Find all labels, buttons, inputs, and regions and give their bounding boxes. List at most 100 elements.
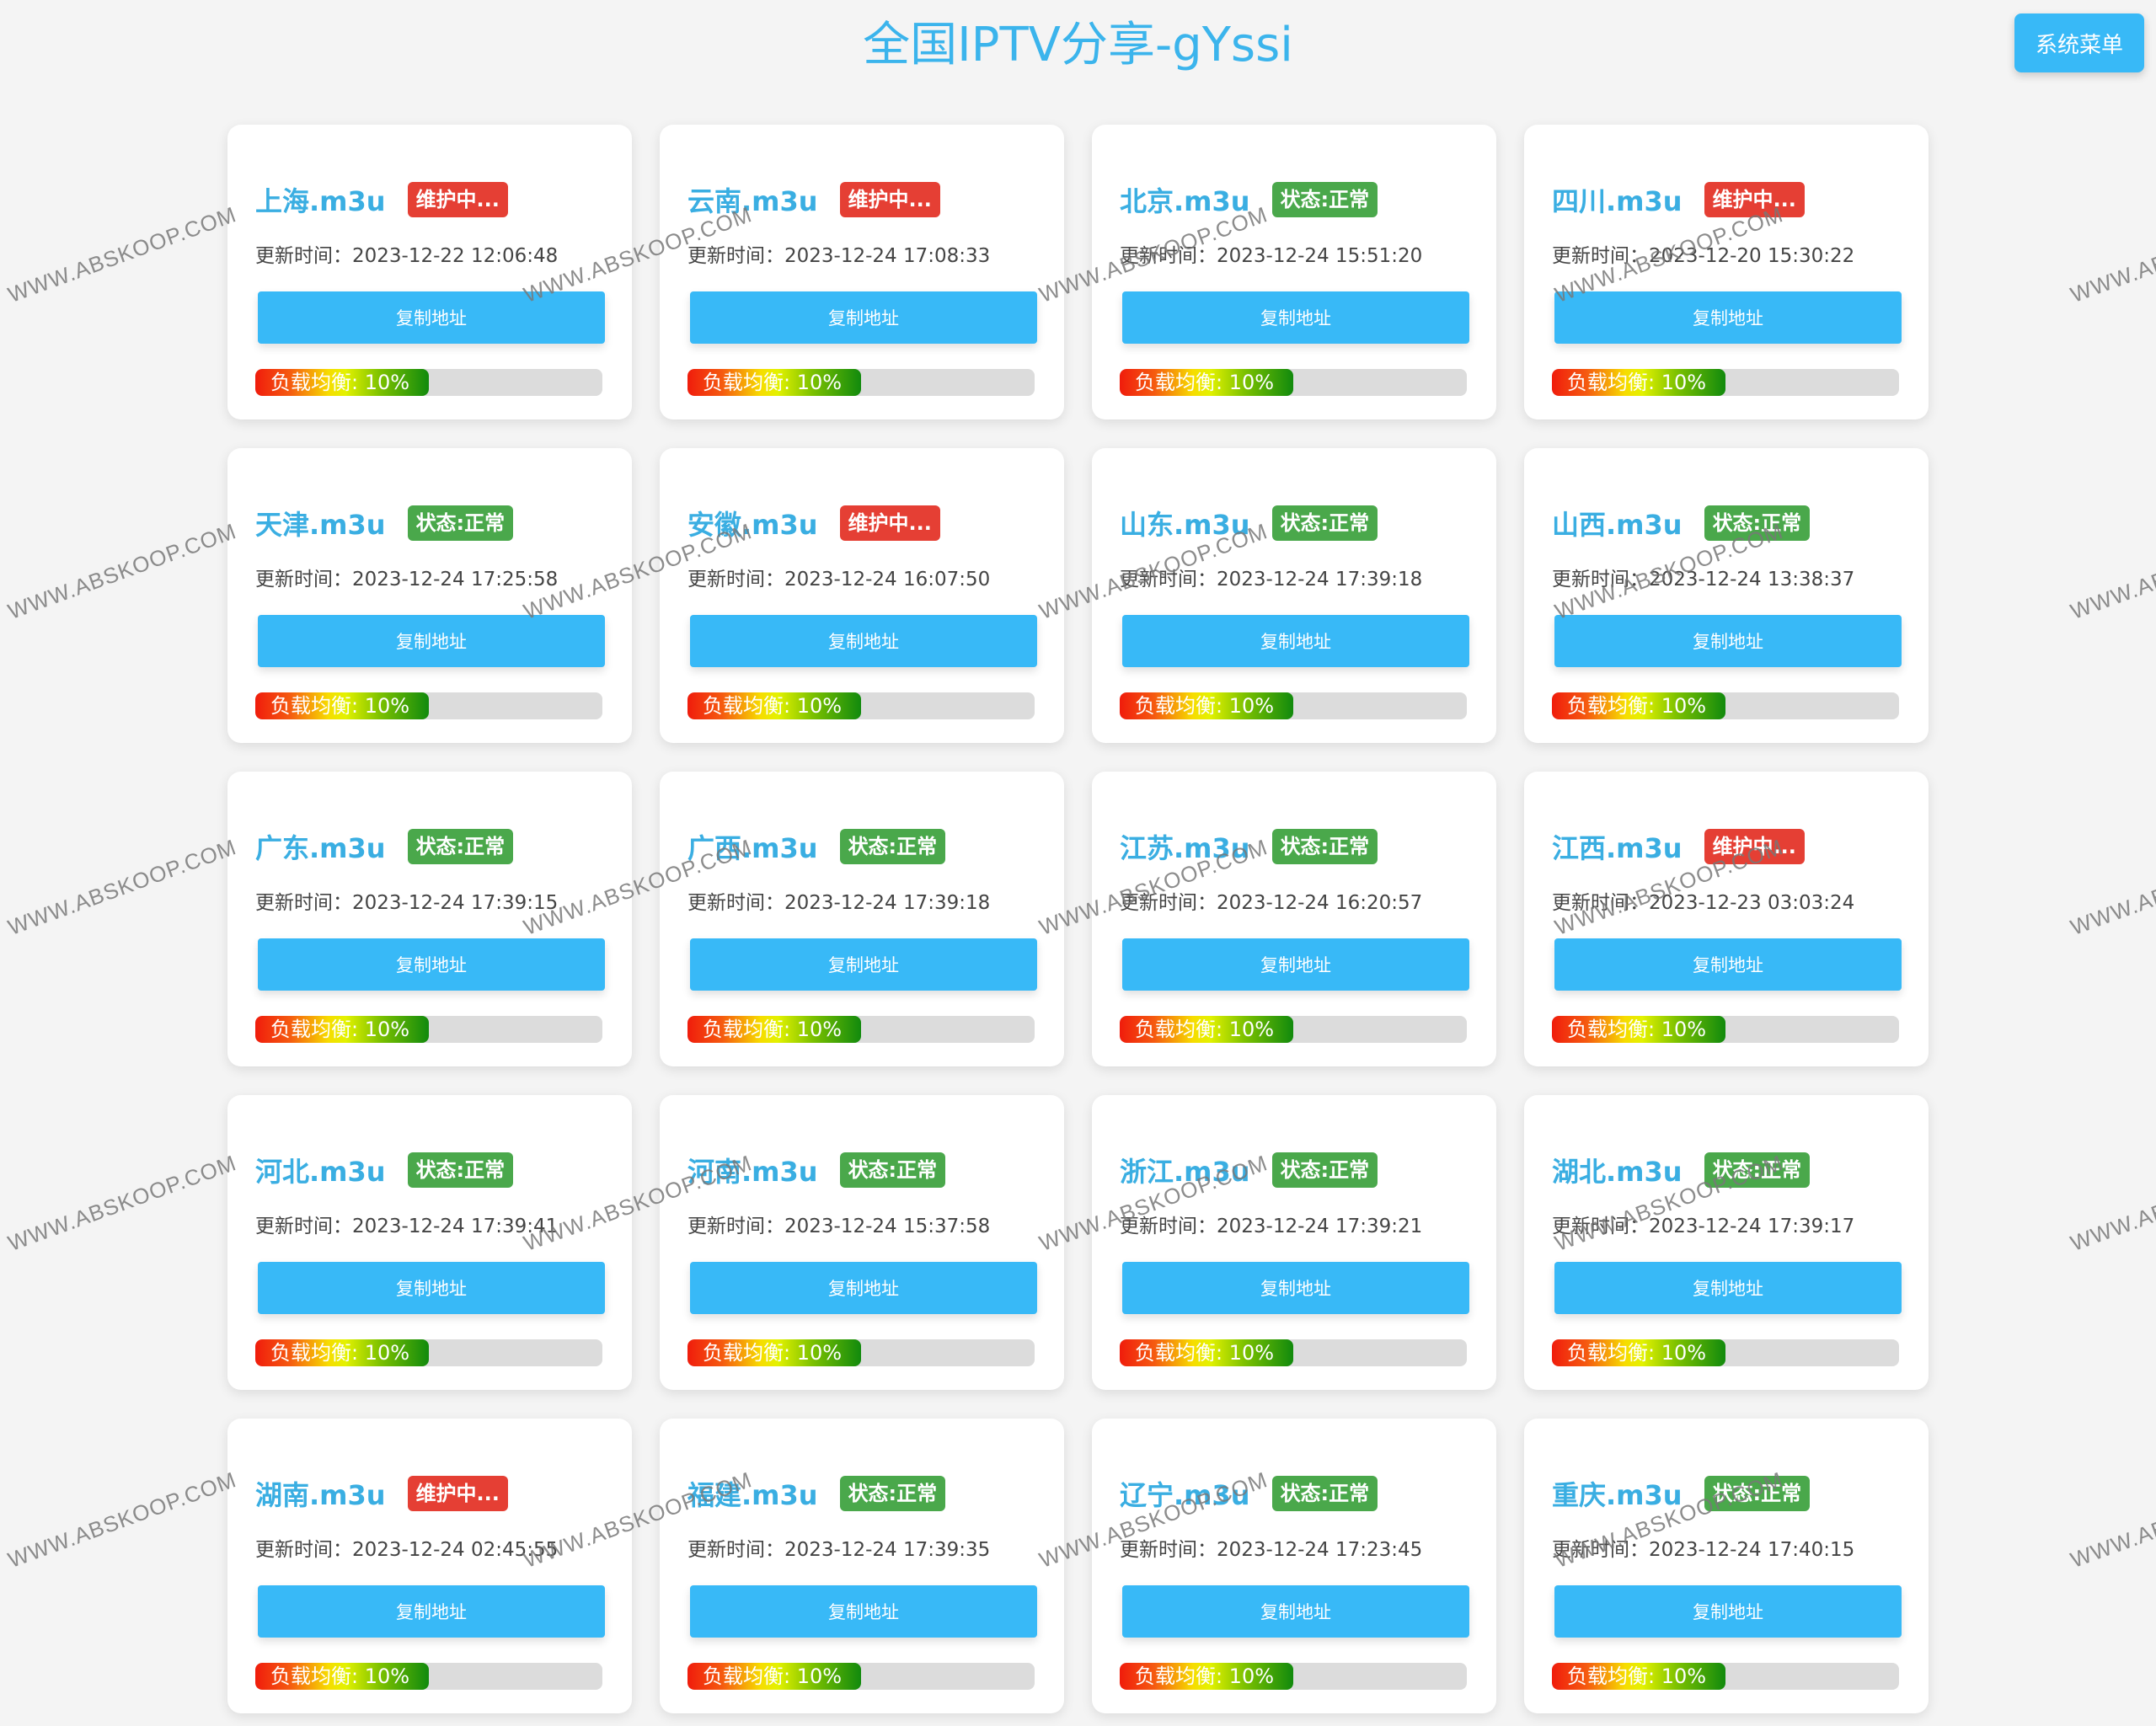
- copy-address-button[interactable]: 复制地址: [258, 1585, 605, 1638]
- playlist-name-link[interactable]: 山东.m3u: [1120, 504, 1250, 542]
- playlist-name-link[interactable]: 湖南.m3u: [255, 1474, 386, 1513]
- load-balance-fill: 负载均衡: 10%: [687, 369, 861, 396]
- playlist-card: 广东.m3u 状态:正常 更新时间：2023-12-24 17:39:15 复制…: [227, 772, 632, 1066]
- update-time-label: 更新时间：: [1120, 892, 1217, 914]
- playlist-name-link[interactable]: 河南.m3u: [687, 1151, 818, 1189]
- copy-address-button[interactable]: 复制地址: [1122, 938, 1469, 991]
- update-time-value: 2023-12-23 03:03:24: [1649, 892, 1855, 914]
- playlist-card: 辽宁.m3u 状态:正常 更新时间：2023-12-24 17:23:45 复制…: [1092, 1419, 1496, 1713]
- load-balance-bar: 负载均衡: 10%: [1120, 1339, 1467, 1366]
- update-time: 更新时间：2023-12-24 16:07:50: [687, 563, 990, 591]
- status-badge: 状态:正常: [839, 1476, 946, 1511]
- copy-address-button[interactable]: 复制地址: [1554, 291, 1902, 344]
- playlist-name-link[interactable]: 江苏.m3u: [1120, 827, 1250, 866]
- update-time-label: 更新时间：: [1552, 892, 1649, 914]
- playlist-name-link[interactable]: 河北.m3u: [255, 1151, 386, 1189]
- update-time-label: 更新时间：: [687, 1216, 784, 1237]
- load-balance-fill: 负载均衡: 10%: [1120, 692, 1293, 719]
- status-badge: 状态:正常: [407, 1152, 514, 1188]
- card-header: 安徽.m3u 维护中...: [687, 504, 940, 542]
- update-time-label: 更新时间：: [1552, 1539, 1649, 1561]
- card-header: 江西.m3u 维护中...: [1552, 827, 1805, 866]
- load-balance-bar: 负载均衡: 10%: [255, 369, 602, 396]
- copy-address-button[interactable]: 复制地址: [1554, 1262, 1902, 1314]
- copy-address-button[interactable]: 复制地址: [258, 615, 605, 667]
- update-time-label: 更新时间：: [1120, 245, 1217, 267]
- update-time: 更新时间：2023-12-24 16:20:57: [1120, 886, 1422, 915]
- card-header: 河北.m3u 状态:正常: [255, 1151, 514, 1189]
- card-header: 辽宁.m3u 状态:正常: [1120, 1474, 1378, 1513]
- card-header: 山西.m3u 状态:正常: [1552, 504, 1811, 542]
- system-menu-button[interactable]: 系统菜单: [2014, 13, 2144, 72]
- playlist-name-link[interactable]: 重庆.m3u: [1552, 1474, 1683, 1513]
- update-time: 更新时间：2023-12-24 17:39:18: [687, 886, 990, 915]
- update-time: 更新时间：2023-12-23 03:03:24: [1552, 886, 1854, 915]
- status-badge: 维护中...: [839, 505, 940, 541]
- copy-address-button[interactable]: 复制地址: [1122, 615, 1469, 667]
- playlist-name-link[interactable]: 广西.m3u: [687, 827, 818, 866]
- load-balance-fill: 负载均衡: 10%: [255, 692, 429, 719]
- update-time-value: 2023-12-24 17:08:33: [784, 245, 991, 267]
- copy-address-button[interactable]: 复制地址: [1122, 1585, 1469, 1638]
- playlist-name-link[interactable]: 安徽.m3u: [687, 504, 818, 542]
- load-balance-bar: 负载均衡: 10%: [255, 1339, 602, 1366]
- copy-address-button[interactable]: 复制地址: [690, 1585, 1037, 1638]
- update-time-label: 更新时间：: [687, 569, 784, 590]
- playlist-name-link[interactable]: 浙江.m3u: [1120, 1151, 1250, 1189]
- copy-address-button[interactable]: 复制地址: [690, 291, 1037, 344]
- update-time-label: 更新时间：: [1120, 569, 1217, 590]
- update-time-label: 更新时间：: [687, 892, 784, 914]
- playlist-name-link[interactable]: 四川.m3u: [1552, 180, 1683, 219]
- playlist-name-link[interactable]: 云南.m3u: [687, 180, 818, 219]
- status-badge: 维护中...: [839, 182, 940, 217]
- playlist-name-link[interactable]: 湖北.m3u: [1552, 1151, 1683, 1189]
- load-balance-bar: 负载均衡: 10%: [687, 1339, 1035, 1366]
- copy-address-button[interactable]: 复制地址: [1554, 615, 1902, 667]
- copy-address-button[interactable]: 复制地址: [1554, 938, 1902, 991]
- playlist-name-link[interactable]: 辽宁.m3u: [1120, 1474, 1250, 1513]
- load-balance-fill: 负载均衡: 10%: [1552, 369, 1725, 396]
- playlist-name-link[interactable]: 北京.m3u: [1120, 180, 1250, 219]
- status-badge: 状态:正常: [1271, 505, 1378, 541]
- load-balance-fill: 负载均衡: 10%: [255, 1339, 429, 1366]
- playlist-name-link[interactable]: 福建.m3u: [687, 1474, 818, 1513]
- update-time-value: 2023-12-24 02:45:55: [352, 1539, 559, 1561]
- copy-address-button[interactable]: 复制地址: [690, 615, 1037, 667]
- playlist-name-link[interactable]: 广东.m3u: [255, 827, 386, 866]
- playlist-name-link[interactable]: 江西.m3u: [1552, 827, 1683, 866]
- copy-address-button[interactable]: 复制地址: [1554, 1585, 1902, 1638]
- card-header: 四川.m3u 维护中...: [1552, 180, 1805, 219]
- playlist-card: 福建.m3u 状态:正常 更新时间：2023-12-24 17:39:35 复制…: [660, 1419, 1064, 1713]
- playlist-name-link[interactable]: 天津.m3u: [255, 504, 386, 542]
- update-time-label: 更新时间：: [255, 569, 352, 590]
- watermark-text: WWW.ABSKOOP.COM: [4, 834, 240, 941]
- watermark-text: WWW.ABSKOOP.COM: [2067, 201, 2156, 308]
- copy-address-button[interactable]: 复制地址: [258, 291, 605, 344]
- update-time-label: 更新时间：: [1120, 1539, 1217, 1561]
- status-badge: 状态:正常: [1704, 1152, 1811, 1188]
- status-badge: 维护中...: [407, 1476, 508, 1511]
- copy-address-button[interactable]: 复制地址: [258, 938, 605, 991]
- update-time: 更新时间：2023-12-24 17:23:45: [1120, 1533, 1422, 1562]
- load-balance-fill: 负载均衡: 10%: [255, 1016, 429, 1043]
- load-balance-bar: 负载均衡: 10%: [1120, 1663, 1467, 1690]
- update-time-value: 2023-12-24 16:07:50: [784, 569, 991, 590]
- copy-address-button[interactable]: 复制地址: [258, 1262, 605, 1314]
- playlist-card: 重庆.m3u 状态:正常 更新时间：2023-12-24 17:40:15 复制…: [1524, 1419, 1929, 1713]
- copy-address-button[interactable]: 复制地址: [690, 1262, 1037, 1314]
- update-time-value: 2023-12-24 17:25:58: [352, 569, 559, 590]
- card-header: 广东.m3u 状态:正常: [255, 827, 514, 866]
- load-balance-fill: 负载均衡: 10%: [1552, 692, 1725, 719]
- copy-address-button[interactable]: 复制地址: [690, 938, 1037, 991]
- playlist-name-link[interactable]: 上海.m3u: [255, 180, 386, 219]
- update-time: 更新时间：2023-12-24 17:39:21: [1120, 1210, 1422, 1238]
- watermark-text: WWW.ABSKOOP.COM: [2067, 517, 2156, 624]
- playlist-name-link[interactable]: 山西.m3u: [1552, 504, 1683, 542]
- load-balance-fill: 负载均衡: 10%: [1552, 1016, 1725, 1043]
- copy-address-button[interactable]: 复制地址: [1122, 291, 1469, 344]
- card-header: 湖北.m3u 状态:正常: [1552, 1151, 1811, 1189]
- copy-address-button[interactable]: 复制地址: [1122, 1262, 1469, 1314]
- playlist-card: 天津.m3u 状态:正常 更新时间：2023-12-24 17:25:58 复制…: [227, 448, 632, 743]
- card-header: 山东.m3u 状态:正常: [1120, 504, 1378, 542]
- card-header: 重庆.m3u 状态:正常: [1552, 1474, 1811, 1513]
